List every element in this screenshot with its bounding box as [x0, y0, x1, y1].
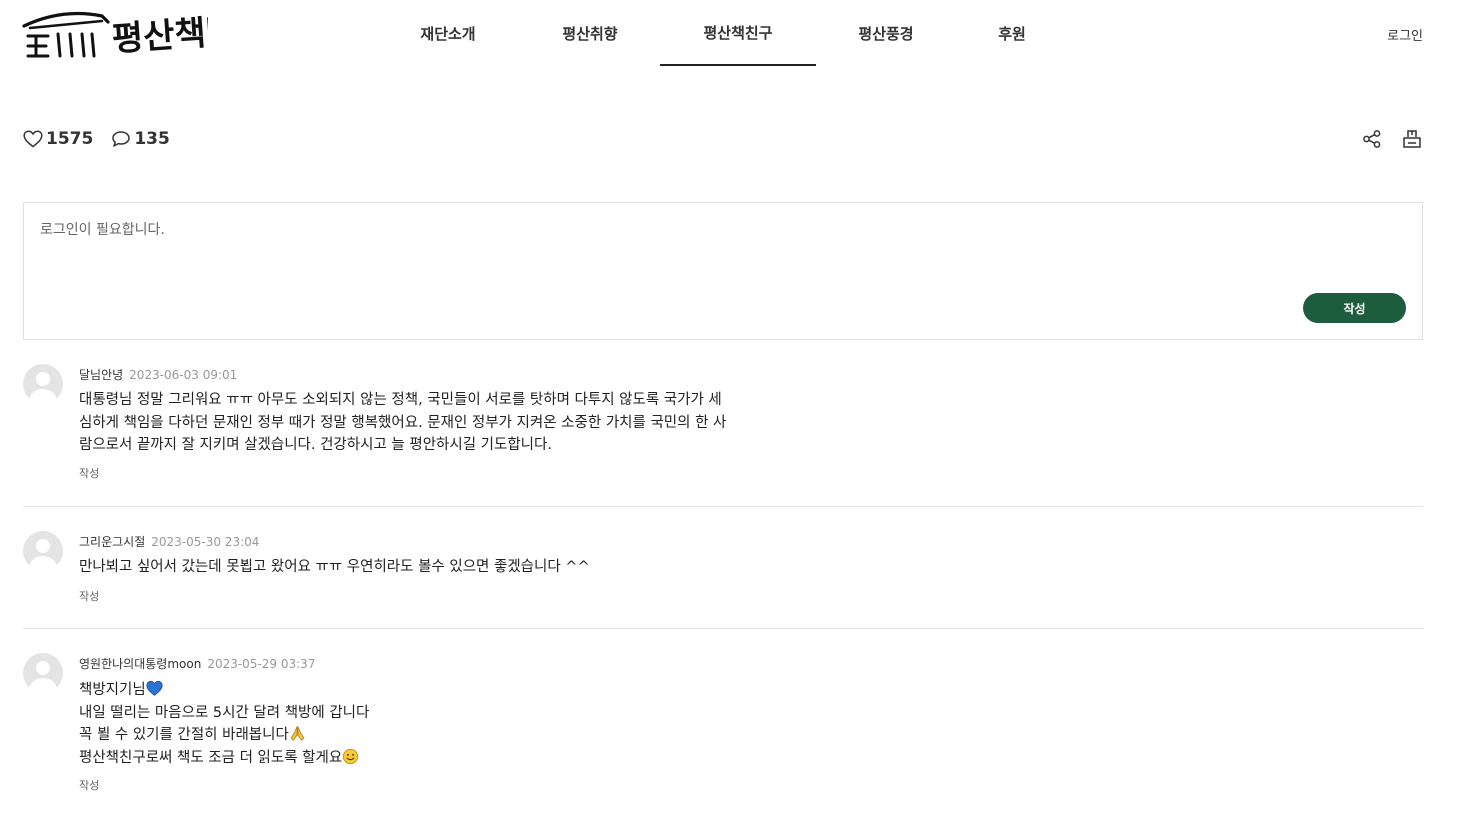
post-stats: 1575 135 — [23, 127, 188, 151]
comment-line: 평산책친구로써 책도 조금 더 읽도록 할게요 — [79, 747, 799, 770]
print-icon — [1403, 130, 1421, 148]
comment-item: 그리운그시절 2023-05-30 23:04 만나뵈고 싶어서 갔는데 못뵙고… — [23, 531, 1423, 629]
avatar — [23, 531, 63, 571]
heart-icon — [23, 130, 43, 148]
reply-link[interactable]: 작성 — [79, 588, 99, 604]
logo-graphic: 평산책방 — [22, 11, 238, 60]
comment-author: 영원한나의대통령moon — [79, 657, 202, 671]
comment-date: 2023-05-29 03:37 — [207, 657, 316, 671]
logo-text: 평산책방 — [111, 11, 208, 60]
nav-item-scenery[interactable]: 평산풍경 — [830, 0, 942, 66]
comment-form: 작성 — [23, 202, 1423, 340]
site-logo[interactable]: 평산책방 — [22, 6, 238, 62]
comment-count: 135 — [134, 129, 170, 149]
avatar — [23, 653, 63, 693]
comment-date: 2023-05-30 23:04 — [151, 535, 260, 549]
submit-comment-button[interactable]: 작성 — [1303, 293, 1406, 323]
blue-heart-icon — [146, 680, 163, 696]
comment-line: 꼭 뵐 수 있기를 간절히 바래봅니다 — [79, 724, 799, 747]
like-count: 1575 — [46, 129, 94, 149]
post-actions — [1345, 126, 1425, 152]
comment-text: 책방지기님 내일 떨리는 마음으로 5시간 달려 책방에 갑니다 꼭 뵐 수 있… — [79, 679, 799, 769]
smiling-face-icon — [343, 748, 359, 764]
site-header: 평산책방 재단소개 평산취향 평산책친구 평산풍경 후원 로그인 — [0, 0, 1465, 66]
comment-line: 책방지기님 — [79, 679, 799, 702]
nav-label: 평산책친구 — [703, 23, 773, 42]
login-link[interactable]: 로그인 — [1387, 25, 1423, 44]
nav-item-foundation[interactable]: 재단소개 — [392, 0, 504, 66]
reply-link[interactable]: 작성 — [79, 465, 99, 481]
print-button[interactable] — [1399, 126, 1425, 152]
comment-author: 그리운그시절 — [79, 535, 146, 549]
nav-item-sponsor[interactable]: 후원 — [970, 0, 1054, 66]
share-icon — [1363, 130, 1381, 148]
comment-item: 달님안녕 2023-06-03 09:01 대통령님 정말 그리워요 ㅠㅠ 아무… — [23, 364, 1423, 507]
comment-item: 영원한나의대통령moon 2023-05-29 03:37 책방지기님 내일 떨… — [23, 653, 1423, 803]
like-button[interactable]: 1575 — [23, 129, 93, 149]
nav-item-book-friends[interactable]: 평산책친구 — [660, 0, 816, 66]
comment-author: 달님안녕 — [79, 368, 124, 382]
comment-text: 대통령님 정말 그리워요 ㅠㅠ 아무도 소외되지 않는 정책, 국민들이 서로를… — [79, 392, 727, 453]
speech-bubble-icon — [112, 131, 131, 147]
comment-line: 내일 떨리는 마음으로 5시간 달려 책방에 갑니다 — [79, 704, 370, 721]
nav-label: 평산풍경 — [858, 24, 914, 43]
reply-link[interactable]: 작성 — [79, 777, 99, 793]
share-button[interactable] — [1359, 126, 1385, 152]
comment-text: 만나뵈고 싶어서 갔는데 못뵙고 왔어요 ㅠㅠ 우연히라도 볼수 있으면 좋겠습… — [79, 559, 590, 575]
comment-input[interactable] — [40, 219, 1400, 279]
comment-date: 2023-06-03 09:01 — [129, 368, 238, 382]
avatar — [23, 364, 63, 404]
nav-label: 후원 — [998, 24, 1026, 43]
comment-count-button[interactable]: 135 — [111, 129, 170, 149]
folded-hands-icon — [290, 726, 305, 741]
nav-label: 재단소개 — [420, 24, 476, 43]
nav-item-taste[interactable]: 평산취향 — [532, 0, 648, 66]
nav-label: 평산취향 — [562, 24, 618, 43]
